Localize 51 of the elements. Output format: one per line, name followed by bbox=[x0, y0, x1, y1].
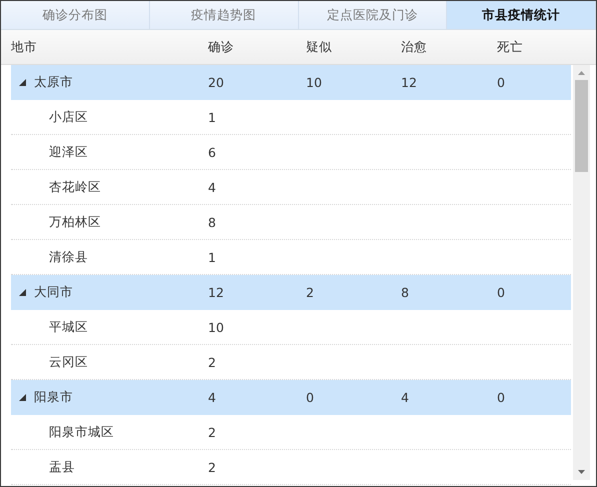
table-cell: 大同市 bbox=[34, 284, 73, 300]
column-header: 地市 bbox=[11, 38, 38, 56]
city-row[interactable]: 大同市 12 2 8 0 bbox=[11, 275, 571, 310]
table-cell-text: 2 bbox=[306, 284, 315, 300]
expand-triangle-icon[interactable] bbox=[19, 288, 26, 296]
table-cell: 清徐县 bbox=[49, 248, 88, 266]
table-cell: 迎泽区 bbox=[49, 144, 88, 160]
table-cell-text: 1 bbox=[208, 110, 217, 124]
table-cell-text: 0 bbox=[306, 390, 315, 404]
city-row[interactable]: 阳泉市 4 0 4 0 bbox=[11, 380, 571, 415]
table-cell: 杏花岭区 bbox=[49, 178, 101, 196]
column-header: 疑似 bbox=[306, 38, 333, 56]
tab[interactable]: 疫情趋势图 bbox=[150, 1, 298, 29]
tab[interactable]: 确诊分布图 bbox=[1, 1, 150, 29]
table-cell-text: 20 bbox=[208, 74, 225, 90]
table-cell-text: 0 bbox=[497, 74, 506, 90]
table-cell-text: 0 bbox=[497, 284, 506, 300]
table-cell: 盂县 bbox=[49, 458, 75, 476]
table-cell-text: 4 bbox=[208, 180, 217, 194]
table-cell-text: 1 bbox=[208, 250, 217, 264]
column-header: 确诊 bbox=[208, 38, 235, 56]
scrollbar-thumb[interactable] bbox=[575, 80, 588, 172]
table-cell-text: 8 bbox=[401, 284, 410, 300]
column-header: 死亡 bbox=[497, 38, 524, 56]
expand-triangle-icon[interactable] bbox=[19, 78, 26, 86]
table-cell: 小店区 bbox=[49, 108, 88, 126]
table-cell-text: 4 bbox=[208, 390, 217, 404]
table-cell-text: 6 bbox=[208, 144, 217, 160]
scrollbar[interactable] bbox=[573, 65, 590, 480]
table-cell-text: 0 bbox=[497, 390, 506, 404]
table-cell-text: 12 bbox=[401, 74, 418, 90]
table-cell-text: 2 bbox=[208, 460, 217, 474]
tab[interactable]: 市县疫情统计 bbox=[447, 1, 596, 29]
table-cell-text: 12 bbox=[208, 284, 225, 300]
table-cell-text: 10 bbox=[208, 320, 225, 334]
table-cell-text: 8 bbox=[208, 214, 217, 230]
column-header: 治愈 bbox=[401, 38, 428, 56]
table-cell: 阳泉市 bbox=[34, 388, 73, 406]
expand-triangle-icon[interactable] bbox=[19, 394, 26, 400]
table-cell: 太原市 bbox=[34, 74, 73, 90]
city-row[interactable]: 太原市 20 10 12 0 bbox=[11, 65, 571, 100]
table-cell-text: 10 bbox=[306, 74, 323, 90]
table-cell-text: 2 bbox=[208, 354, 217, 370]
table-cell: 云冈区 bbox=[49, 354, 88, 370]
scroll-down-icon[interactable] bbox=[578, 470, 585, 474]
table-cell: 平城区 bbox=[49, 318, 88, 336]
table-cell-text: 4 bbox=[401, 390, 410, 404]
table-cell-text: 2 bbox=[208, 424, 217, 440]
tab[interactable]: 定点医院及门诊 bbox=[298, 1, 448, 29]
table-cell: 万柏林区 bbox=[49, 214, 101, 230]
table-cell: 阳泉市城区 bbox=[49, 424, 114, 440]
